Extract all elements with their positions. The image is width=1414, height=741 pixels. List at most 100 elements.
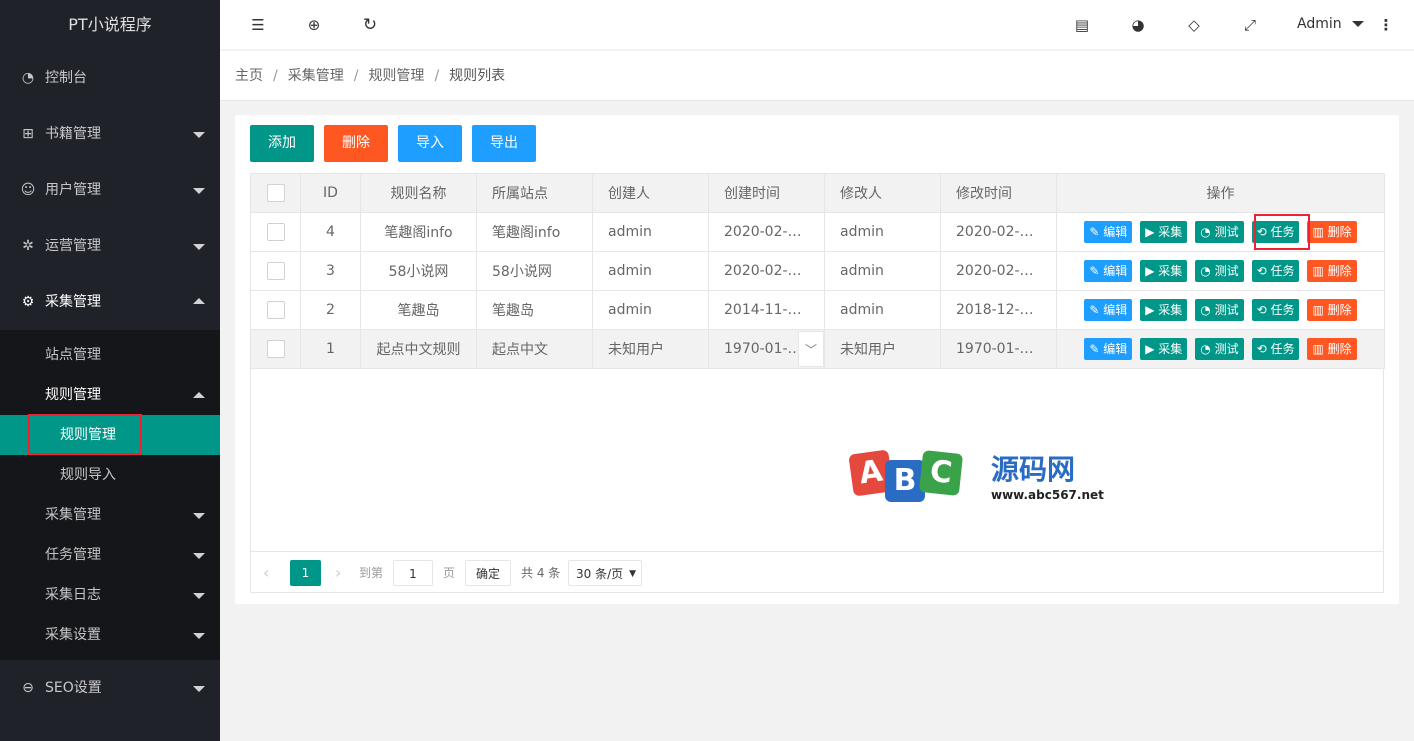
page-input[interactable]: 1 xyxy=(393,560,433,586)
sidebar-item-collect-manage[interactable]: 采集管理 xyxy=(0,495,220,535)
test-button[interactable]: ◔ 测试 xyxy=(1195,299,1244,321)
sidebar-item-operation[interactable]: ✲ 运营管理 xyxy=(0,218,220,274)
row-checkbox-cell[interactable] xyxy=(250,251,301,291)
row-checkbox-cell[interactable] xyxy=(250,212,301,252)
chevron-down-icon xyxy=(1352,21,1365,27)
delete-button[interactable]: 删除 xyxy=(324,125,388,162)
task-label: 任务 xyxy=(1270,264,1295,278)
row-delete-button[interactable]: ▥ 删除 xyxy=(1307,260,1357,282)
sidebar-item-seo[interactable]: ⊖ SEO设置 xyxy=(0,660,220,716)
row-checkbox[interactable] xyxy=(266,223,285,241)
palette-icon[interactable]: ◕ xyxy=(1128,15,1148,35)
book-icon: ⊞ xyxy=(22,126,34,142)
task-button[interactable]: ⟲ 任务 xyxy=(1251,338,1300,360)
test-button[interactable]: ◔ 测试 xyxy=(1195,221,1244,243)
sidebar-item-users[interactable]: ☺ 用户管理 xyxy=(0,162,220,218)
breadcrumb-current: 规则列表 xyxy=(449,68,506,84)
cell-created-time: 2020-02-1... xyxy=(708,251,825,291)
tag-icon[interactable]: ◇ xyxy=(1184,15,1204,35)
table-row: 2 笔趣岛 笔趣岛 admin 2014-11-0... admin 2018-12-0..… xyxy=(250,290,1385,330)
cell-actions: ✎ 编辑 ▶ 采集 ◔ 测试 ⟲ 任务 ▥ 删除 xyxy=(1056,251,1385,291)
watermark-url: www.abc567.net xyxy=(991,488,1104,502)
select-all-checkbox-cell[interactable] xyxy=(250,173,301,213)
cell-rule-name: 58小说网 xyxy=(360,251,477,291)
sidebar-item-site-manage[interactable]: 站点管理 xyxy=(0,335,220,375)
cell-rule-name: 笔趣岛 xyxy=(360,290,477,330)
sidebar-item-collect-settings[interactable]: 采集设置 xyxy=(0,615,220,655)
next-page-icon[interactable]: › xyxy=(335,560,341,586)
sidebar-item-rule-manage[interactable]: 规则管理 xyxy=(0,375,220,415)
edit-label: 编辑 xyxy=(1103,342,1128,356)
watermark-logo: ABC 源码网 www.abc567.net xyxy=(848,449,1104,502)
sidebar-item-label: 运营管理 xyxy=(45,238,101,254)
breadcrumb-rule[interactable]: 规则管理 xyxy=(368,68,424,84)
fullscreen-icon[interactable]: ⤢ xyxy=(1240,15,1260,35)
sidebar-item-label: 采集日志 xyxy=(45,587,101,603)
sidebar-item-label: 站点管理 xyxy=(45,347,101,363)
pencil-icon: ✎ xyxy=(1089,225,1104,239)
sidebar-item-label: 书籍管理 xyxy=(45,126,101,142)
sidebar-item-dashboard[interactable]: ◔ 控制台 xyxy=(0,50,220,106)
row-delete-button[interactable]: ▥ 删除 xyxy=(1307,299,1357,321)
test-label: 测试 xyxy=(1214,342,1239,356)
page-current[interactable]: 1 xyxy=(290,560,321,586)
edit-label: 编辑 xyxy=(1103,303,1128,317)
more-icon[interactable]: ⋮ xyxy=(1376,15,1396,35)
sidebar-item-label: 控制台 xyxy=(45,70,87,86)
edit-button[interactable]: ✎ 编辑 xyxy=(1084,260,1133,282)
sidebar-item-rule-import[interactable]: 规则导入 xyxy=(0,455,220,495)
note-icon[interactable]: ▤ xyxy=(1072,15,1092,35)
collect-label: 采集 xyxy=(1158,264,1183,278)
task-button[interactable]: ⟲ 任务 xyxy=(1251,260,1300,282)
cell-site: 笔趣阁info xyxy=(476,212,593,252)
sidebar-item-task-manage[interactable]: 任务管理 xyxy=(0,535,220,575)
sidebar-item-collect-log[interactable]: 采集日志 xyxy=(0,575,220,615)
breadcrumb-home[interactable]: 主页 xyxy=(235,68,263,84)
edit-button[interactable]: ✎ 编辑 xyxy=(1084,221,1133,243)
sidebar-item-books[interactable]: ⊞ 书籍管理 xyxy=(0,106,220,162)
collect-button[interactable]: ▶ 采集 xyxy=(1140,338,1188,360)
collect-button[interactable]: ▶ 采集 xyxy=(1140,221,1188,243)
cell-modified-time: 2020-02-1... xyxy=(940,251,1057,291)
per-page-select[interactable]: 30 条/页 ▼ xyxy=(568,560,642,586)
row-checkbox[interactable] xyxy=(266,262,285,280)
row-checkbox-cell[interactable] xyxy=(250,329,301,369)
username: Admin xyxy=(1297,16,1342,32)
test-label: 测试 xyxy=(1214,225,1239,239)
app-logo: PT小说程序 xyxy=(68,15,152,34)
row-delete-button[interactable]: ▥ 删除 xyxy=(1307,338,1357,360)
test-button[interactable]: ◔ 测试 xyxy=(1195,260,1244,282)
globe-icon[interactable]: ⊕ xyxy=(304,15,324,35)
add-button[interactable]: 添加 xyxy=(250,125,314,162)
confirm-button[interactable]: 确定 xyxy=(465,560,511,586)
menu-collapse-icon[interactable]: ☰ xyxy=(248,15,268,35)
select-all-checkbox[interactable] xyxy=(266,184,285,202)
play-icon: ▶ xyxy=(1145,303,1159,317)
sidebar-item-label: 用户管理 xyxy=(45,182,101,198)
prev-page-icon[interactable]: ‹ xyxy=(263,560,269,586)
row-checkbox-cell[interactable] xyxy=(250,290,301,330)
row-checkbox[interactable] xyxy=(266,301,285,319)
row-checkbox[interactable] xyxy=(266,340,285,358)
collect-button[interactable]: ▶ 采集 xyxy=(1140,299,1188,321)
import-button[interactable]: 导入 xyxy=(398,125,462,162)
breadcrumb-collect[interactable]: 采集管理 xyxy=(288,68,344,84)
pencil-icon: ✎ xyxy=(1089,264,1104,278)
task-button[interactable]: ⟲ 任务 xyxy=(1251,299,1300,321)
test-button[interactable]: ◔ 测试 xyxy=(1195,338,1244,360)
collect-label: 采集 xyxy=(1158,342,1183,356)
task-label: 任务 xyxy=(1270,303,1295,317)
cell-expand-chevron-icon[interactable]: ﹀ xyxy=(798,331,824,367)
top-header: ☰ ⊕ ↻ ▤ ◕ ◇ ⤢ Admin ⋮ xyxy=(220,0,1414,50)
user-menu[interactable]: Admin xyxy=(1297,16,1365,32)
export-button[interactable]: 导出 xyxy=(472,125,536,162)
collect-button[interactable]: ▶ 采集 xyxy=(1140,260,1188,282)
edit-button[interactable]: ✎ 编辑 xyxy=(1084,338,1133,360)
row-delete-button[interactable]: ▥ 删除 xyxy=(1307,221,1357,243)
edit-button[interactable]: ✎ 编辑 xyxy=(1084,299,1133,321)
test-label: 测试 xyxy=(1214,303,1239,317)
refresh-icon[interactable]: ↻ xyxy=(360,15,380,35)
sidebar-item-collect[interactable]: ⚙ 采集管理 xyxy=(0,274,220,330)
chevron-down-icon xyxy=(193,513,205,519)
play-icon: ▶ xyxy=(1145,264,1159,278)
